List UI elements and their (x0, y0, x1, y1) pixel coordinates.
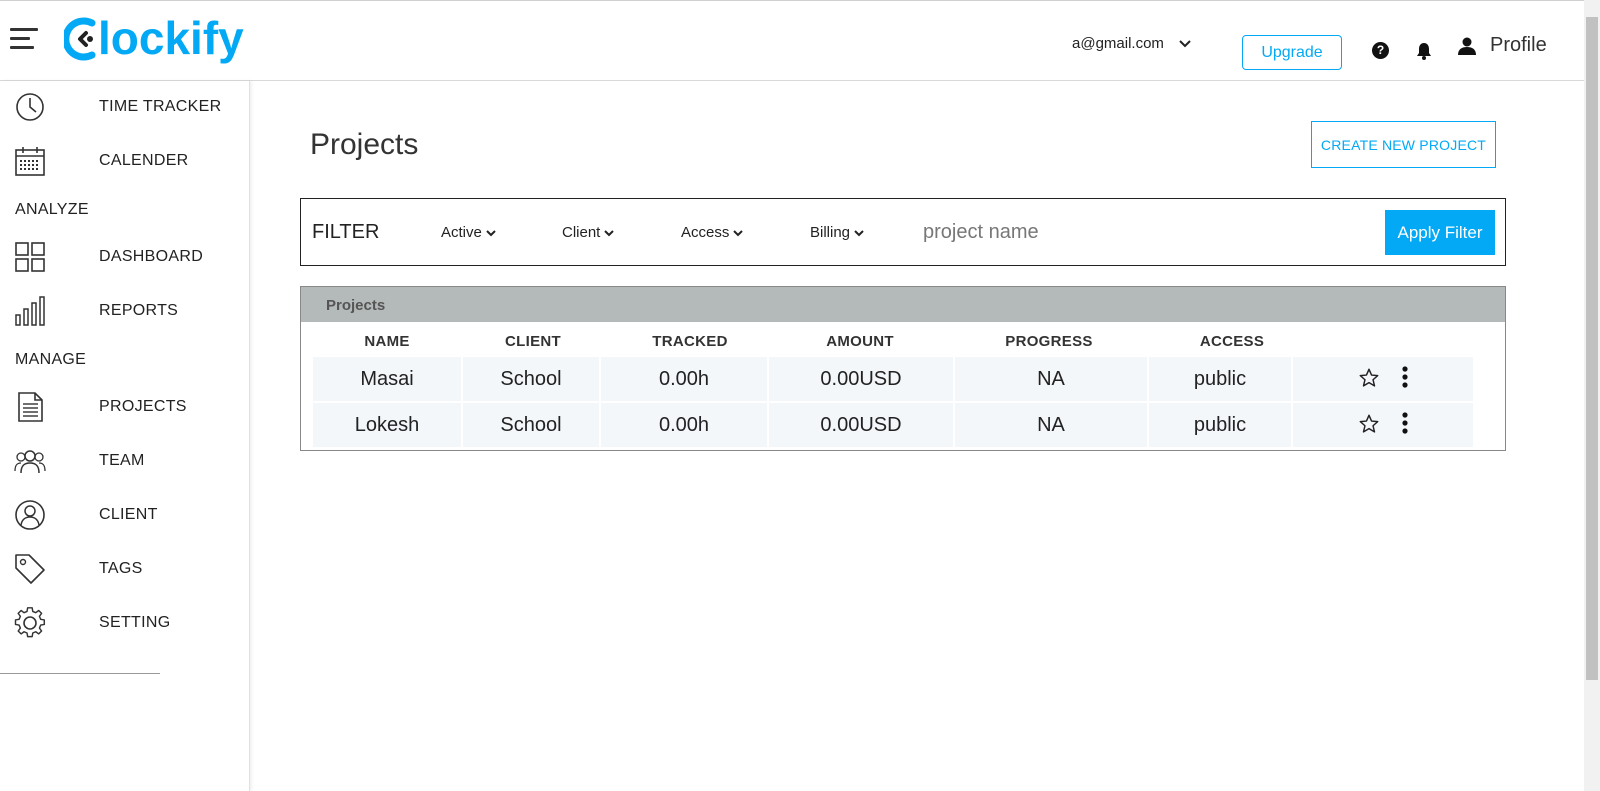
bell-icon[interactable] (1416, 42, 1432, 60)
create-new-project-button[interactable]: CREATE NEW PROJECT (1311, 121, 1496, 168)
cell-actions (1293, 403, 1473, 447)
sidebar-item-label: CLIENT (99, 506, 158, 523)
filter-bar: FILTER Active Client Access Billing Appl… (300, 198, 1506, 266)
sidebar-item-label: TIME TRACKER (99, 98, 222, 115)
team-icon (14, 450, 46, 474)
sidebar-item-projects[interactable]: PROJECTS (0, 385, 250, 429)
filter-label: FILTER (312, 221, 380, 243)
section-manage: MANAGE (15, 351, 87, 368)
sidebar-item-label: DASHBOARD (99, 248, 204, 265)
cell-name: Lokesh (313, 403, 461, 447)
sidebar-item-label: PROJECTS (99, 398, 187, 415)
sidebar-item-label: TEAM (99, 452, 145, 469)
dropdown-label: Client (562, 224, 601, 241)
projects-table: Projects NAME CLIENT TRACKED AMOUNT PROG… (300, 286, 1506, 451)
cell-name: Masai (313, 357, 461, 401)
sidebar-item-dashboard[interactable]: DASHBOARD (0, 235, 250, 279)
cell-access: public (1149, 403, 1291, 447)
section-analyze: ANALYZE (15, 201, 89, 218)
reports-icon (15, 296, 45, 326)
table-row[interactable]: Lokesh School 0.00h 0.00USD NA public (313, 403, 1489, 447)
sidebar-divider (0, 673, 160, 674)
sidebar-item-reports[interactable]: REPORTS (0, 289, 250, 333)
sidebar-item-time-tracker[interactable]: TIME TRACKER (0, 85, 250, 129)
cell-amount: 0.00USD (769, 357, 953, 401)
filter-client-dropdown[interactable]: Client (562, 224, 615, 241)
user-icon (1458, 37, 1476, 55)
table-title-bar: Projects (301, 287, 1505, 322)
chevron-down-icon (1179, 39, 1191, 47)
cell-progress: NA (955, 357, 1147, 401)
star-icon[interactable] (1358, 413, 1380, 435)
document-icon (18, 392, 43, 422)
star-icon[interactable] (1358, 367, 1380, 389)
cell-tracked: 0.00h (601, 357, 767, 401)
dashboard-icon (15, 242, 45, 272)
dropdown-label: Active (441, 224, 482, 241)
cell-access: public (1149, 357, 1291, 401)
cell-progress: NA (955, 403, 1147, 447)
table-row[interactable]: Masai School 0.00h 0.00USD NA public (313, 357, 1489, 401)
scrollbar-thumb[interactable] (1586, 17, 1598, 680)
column-header-tracked: TRACKED (652, 333, 728, 350)
sidebar-item-client[interactable]: CLIENT (0, 493, 250, 537)
column-header-client: CLIENT (505, 333, 561, 350)
dropdown-label: Access (681, 224, 730, 241)
vertical-scrollbar[interactable] (1584, 0, 1600, 791)
cell-client: School (463, 403, 599, 447)
filter-active-dropdown[interactable]: Active (441, 224, 496, 241)
sidebar-item-label: SETTING (99, 614, 171, 631)
profile-menu[interactable]: Profile (1458, 34, 1547, 57)
cell-tracked: 0.00h (601, 403, 767, 447)
project-name-search-input[interactable] (923, 215, 1323, 249)
apply-filter-button[interactable]: Apply Filter (1385, 210, 1495, 255)
column-header-name: NAME (364, 333, 410, 350)
calendar-icon (15, 147, 45, 176)
filter-access-dropdown[interactable]: Access (681, 224, 744, 241)
svg-text:lockify: lockify (98, 12, 244, 64)
upgrade-button[interactable]: Upgrade (1242, 35, 1342, 70)
sidebar-item-tags[interactable]: TAGS (0, 547, 250, 591)
chevron-down-icon (733, 229, 744, 236)
column-header-progress: PROGRESS (1005, 333, 1093, 350)
sidebar-item-label: TAGS (99, 560, 143, 577)
column-header-amount: AMOUNT (826, 333, 894, 350)
clock-icon (16, 93, 44, 121)
filter-billing-dropdown[interactable]: Billing (810, 224, 864, 241)
top-header: lockify a@gmail.com Upgrade ? Profile (0, 0, 1584, 81)
cell-actions (1293, 357, 1473, 401)
sidebar-item-label: CALENDER (99, 152, 189, 169)
sidebar-item-setting[interactable]: SETTING (0, 601, 250, 645)
clockify-logo-mark: lockify (64, 12, 244, 64)
hamburger-menu-icon[interactable] (10, 28, 40, 52)
profile-label: Profile (1490, 34, 1547, 56)
tag-icon (15, 554, 45, 584)
page-title: Projects (310, 128, 419, 161)
table-title: Projects (326, 297, 386, 314)
account-email: a@gmail.com (1072, 35, 1164, 52)
sidebar-item-label: REPORTS (99, 302, 179, 319)
chevron-down-icon (604, 229, 615, 236)
gear-icon (14, 607, 46, 638)
more-vertical-icon[interactable] (1401, 411, 1409, 435)
cell-client: School (463, 357, 599, 401)
account-switcher[interactable]: a@gmail.com (1072, 35, 1192, 52)
more-vertical-icon[interactable] (1401, 365, 1409, 389)
cell-amount: 0.00USD (769, 403, 953, 447)
help-icon[interactable]: ? (1372, 42, 1389, 59)
sidebar-item-team[interactable]: TEAM (0, 439, 250, 483)
chevron-down-icon (854, 229, 864, 236)
column-header-access: ACCESS (1199, 333, 1265, 350)
clockify-logo[interactable]: lockify (64, 9, 269, 69)
chevron-down-icon (486, 229, 496, 236)
sidebar-item-calender[interactable]: CALENDER (0, 139, 250, 183)
user-circle-icon (15, 500, 45, 530)
dropdown-label: Billing (810, 224, 851, 241)
sidebar: TIME TRACKER CALENDER ANALYZE DASHBOARD (0, 81, 250, 791)
